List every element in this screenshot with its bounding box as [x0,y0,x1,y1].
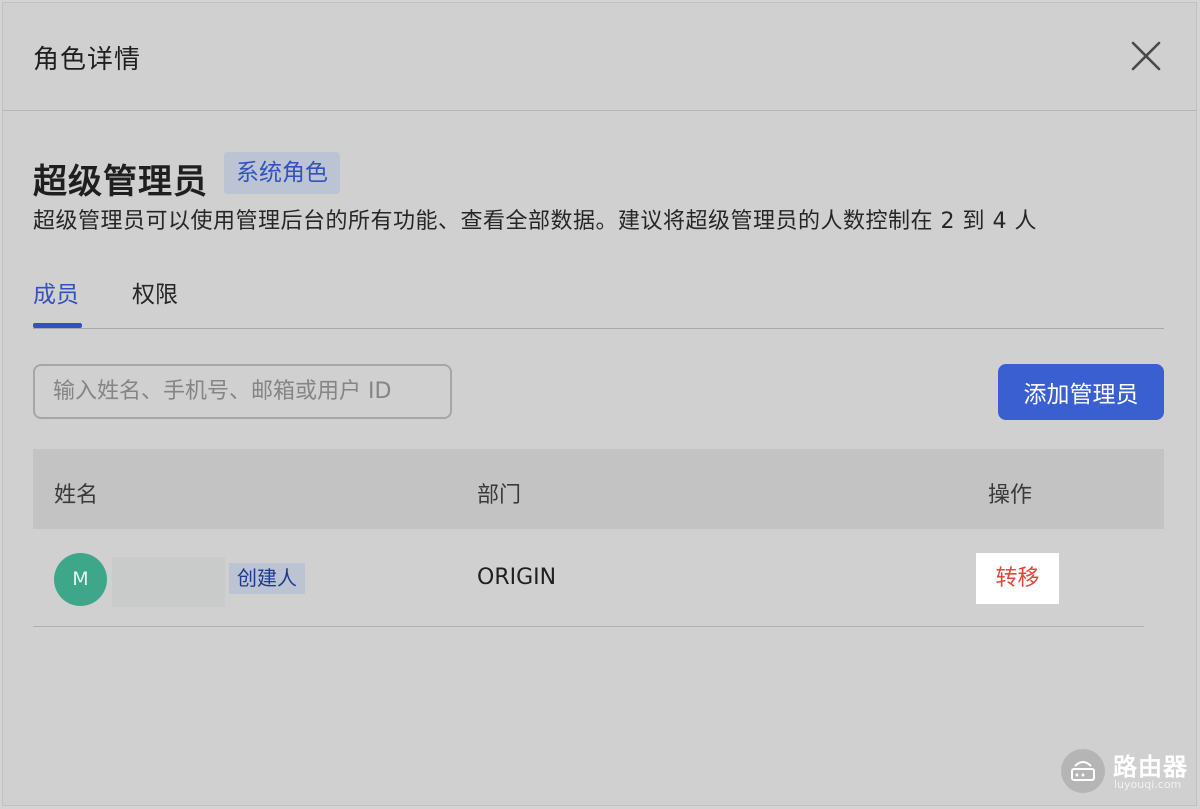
add-admin-button[interactable]: 添加管理员 [998,364,1164,420]
watermark-subtext: luyouqi.com [1114,778,1182,791]
tab-bar: 成员 权限 [33,271,1164,329]
table-header: 姓名 部门 操作 [33,449,1164,529]
active-tab-indicator [33,323,82,328]
table-row: M 创建人 ORIGIN 转移 [33,529,1144,627]
role-details-dialog: 角色详情 超级管理员 系统角色 超级管理员可以使用管理后台的所有功能、查看全部数… [2,2,1197,806]
column-header-department: 部门 [477,483,522,508]
watermark-text: 路由器 [1113,753,1188,781]
transfer-button[interactable]: 转移 [976,553,1059,604]
member-name-redacted [112,557,225,607]
role-type-badge: 系统角色 [224,152,340,194]
tab-permissions[interactable]: 权限 [132,275,178,309]
role-name: 超级管理员 [33,162,208,202]
department-cell: ORIGIN [477,565,557,590]
dialog-header: 角色详情 [3,3,1196,111]
router-icon [1061,749,1105,793]
column-header-name: 姓名 [54,483,99,508]
avatar: M [54,553,107,606]
column-header-actions: 操作 [988,483,1033,508]
search-input[interactable] [33,364,452,419]
role-description: 超级管理员可以使用管理后台的所有功能、查看全部数据。建议将超级管理员的人数控制在… [33,209,1037,234]
creator-badge: 创建人 [229,563,305,594]
watermark: 路由器 luyouqi.com [1061,747,1191,797]
close-icon [1131,41,1161,71]
tab-members[interactable]: 成员 [33,275,79,309]
close-button[interactable] [1127,37,1165,75]
dialog-title: 角色详情 [33,45,142,75]
